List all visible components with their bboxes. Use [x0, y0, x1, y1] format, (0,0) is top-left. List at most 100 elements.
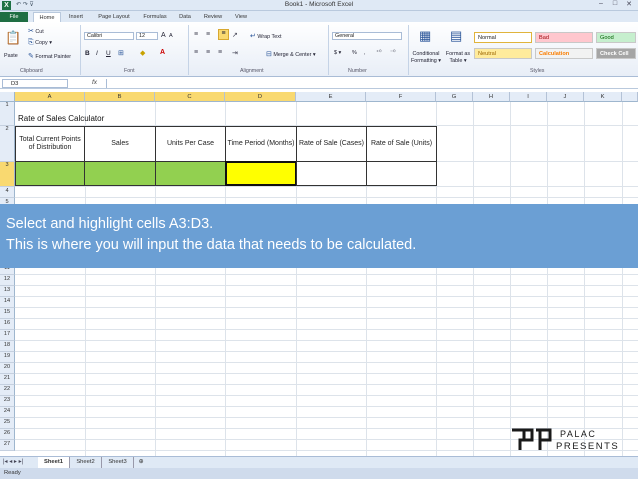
sheet-tab-3[interactable]: Sheet3: [102, 457, 134, 468]
align-top-icon[interactable]: ≡: [194, 31, 198, 38]
percent-button[interactable]: %: [352, 50, 357, 56]
conditional-formatting-icon[interactable]: ▦: [419, 28, 431, 44]
font-group-label: Font: [124, 68, 135, 74]
format-as-table-icon[interactable]: ▤: [450, 28, 462, 44]
orientation-icon[interactable]: ↗: [232, 31, 238, 39]
currency-button[interactable]: $ ▾: [334, 50, 341, 56]
tab-file[interactable]: File: [0, 12, 28, 22]
column-header-j[interactable]: J: [547, 92, 584, 102]
font-name-combo[interactable]: Calibri: [84, 32, 134, 40]
column-header-k[interactable]: K: [584, 92, 622, 102]
copy-button[interactable]: ⎘ Copy ▾: [28, 39, 52, 47]
gridline: [15, 197, 638, 198]
tab-review[interactable]: Review: [198, 12, 228, 22]
group-separator: [188, 25, 189, 75]
merge-center-button[interactable]: ⊟ Merge & Center ▾: [266, 50, 316, 58]
column-header-d[interactable]: D: [225, 92, 296, 102]
tab-formulas[interactable]: Formulas: [138, 12, 172, 22]
style-neutral[interactable]: Neutral: [474, 48, 532, 59]
align-center-icon[interactable]: ≡: [206, 49, 210, 56]
sheet-tab-1[interactable]: Sheet1: [38, 457, 70, 468]
wrap-text-button[interactable]: ↵ Wrap Text: [250, 32, 281, 40]
formula-input[interactable]: [106, 79, 634, 88]
conditional-formatting-button[interactable]: Conditional Formatting ▾: [410, 51, 442, 65]
font-color-icon[interactable]: A: [160, 49, 165, 56]
column-header-f[interactable]: F: [366, 92, 436, 102]
tab-page-layout[interactable]: Page Layout: [92, 12, 136, 22]
column-header-h[interactable]: H: [473, 92, 510, 102]
align-middle-icon[interactable]: ≡: [206, 31, 210, 38]
insert-function-button[interactable]: fx: [92, 79, 97, 86]
wrap-icon: ↵: [250, 33, 256, 40]
format-painter-button[interactable]: ✎ Format Painter: [28, 52, 71, 60]
style-normal[interactable]: Normal: [474, 32, 532, 43]
paste-button[interactable]: Paste: [4, 53, 18, 59]
style-calculation[interactable]: Calculation: [535, 48, 593, 59]
cell-e2-header[interactable]: Rate of Sale (Cases): [296, 126, 367, 162]
comma-button[interactable]: ,: [364, 50, 366, 56]
paste-icon[interactable]: 📋: [5, 30, 21, 46]
title-bar: X ↶ ↷ ⊽ Book1 - Microsoft Excel – □ ✕: [0, 0, 638, 11]
increase-decimal-icon[interactable]: ⁺⁰: [376, 49, 382, 56]
column-header-b[interactable]: B: [85, 92, 155, 102]
number-format-combo[interactable]: General: [332, 32, 402, 40]
tab-view[interactable]: View: [230, 12, 252, 22]
cut-button[interactable]: ✂ Cut: [28, 27, 44, 35]
shrink-font-button[interactable]: A: [169, 33, 173, 39]
palac-presents-logo: PALAC PRESENTS: [512, 428, 618, 452]
style-bad[interactable]: Bad: [535, 32, 593, 43]
fill-color-icon[interactable]: ◆: [140, 49, 145, 57]
column-header-c[interactable]: C: [155, 92, 225, 102]
format-as-table-button[interactable]: Format as Table ▾: [444, 51, 472, 65]
italic-button[interactable]: I: [96, 50, 98, 57]
bold-button[interactable]: B: [85, 50, 90, 57]
font-size-combo[interactable]: 12: [136, 32, 158, 40]
column-header-next[interactable]: [622, 92, 638, 102]
cell-b2-header[interactable]: Sales: [84, 126, 156, 162]
column-header-g[interactable]: G: [436, 92, 473, 102]
column-header-a[interactable]: A: [15, 92, 85, 102]
close-button[interactable]: ✕: [623, 0, 635, 9]
cell-f2-header[interactable]: Rate of Sale (Units): [366, 126, 437, 162]
gridline: [473, 102, 474, 456]
cell-b3[interactable]: [84, 161, 156, 186]
sheet-nav-buttons[interactable]: |◂ ◂ ▸ ▸|: [3, 458, 23, 465]
row-header-3[interactable]: 3: [0, 162, 15, 187]
style-check-cell[interactable]: Check Cell: [596, 48, 636, 59]
cell-a3[interactable]: [15, 161, 85, 186]
gridline: [15, 318, 638, 319]
minimize-button[interactable]: –: [595, 0, 607, 9]
cell-c2-header[interactable]: Units Per Case: [155, 126, 226, 162]
cell-f3[interactable]: [366, 161, 437, 186]
gridline: [15, 406, 638, 407]
align-right-icon[interactable]: ≡: [218, 49, 222, 56]
cell-d2-header[interactable]: Time Period (Months): [225, 126, 297, 162]
grow-font-button[interactable]: A: [161, 32, 166, 39]
row-header-27[interactable]: 27: [0, 440, 15, 451]
cell-e3[interactable]: [296, 161, 367, 186]
style-good[interactable]: Good: [596, 32, 636, 43]
decrease-decimal-icon[interactable]: ⁻⁰: [390, 49, 396, 56]
insert-sheet-icon[interactable]: ⊕: [134, 457, 148, 468]
underline-button[interactable]: U: [106, 50, 111, 57]
name-box[interactable]: D3: [2, 79, 68, 88]
tab-insert[interactable]: Insert: [62, 12, 90, 22]
indent-icon[interactable]: ⇥: [232, 49, 238, 57]
maximize-button[interactable]: □: [609, 0, 621, 9]
cell-a1-title[interactable]: Rate of Sales Calculator: [18, 114, 104, 123]
borders-icon[interactable]: ⊞: [118, 49, 124, 57]
column-header-i[interactable]: I: [510, 92, 547, 102]
instruction-line-1: Select and highlight cells A3:D3.: [6, 216, 214, 232]
column-header-e[interactable]: E: [296, 92, 366, 102]
tab-data[interactable]: Data: [174, 12, 196, 22]
gridline: [15, 340, 638, 341]
merge-icon: ⊟: [266, 51, 272, 58]
align-bottom-icon[interactable]: ≡: [218, 29, 229, 40]
sheet-tab-2[interactable]: Sheet2: [70, 457, 102, 468]
tab-home[interactable]: Home: [33, 12, 61, 22]
gridline: [15, 285, 638, 286]
align-left-icon[interactable]: ≡: [194, 49, 198, 56]
cell-c3[interactable]: [155, 161, 226, 186]
cell-d3-active[interactable]: [225, 161, 297, 186]
cell-a2-header[interactable]: Total Current Points of Distribution: [15, 126, 85, 162]
